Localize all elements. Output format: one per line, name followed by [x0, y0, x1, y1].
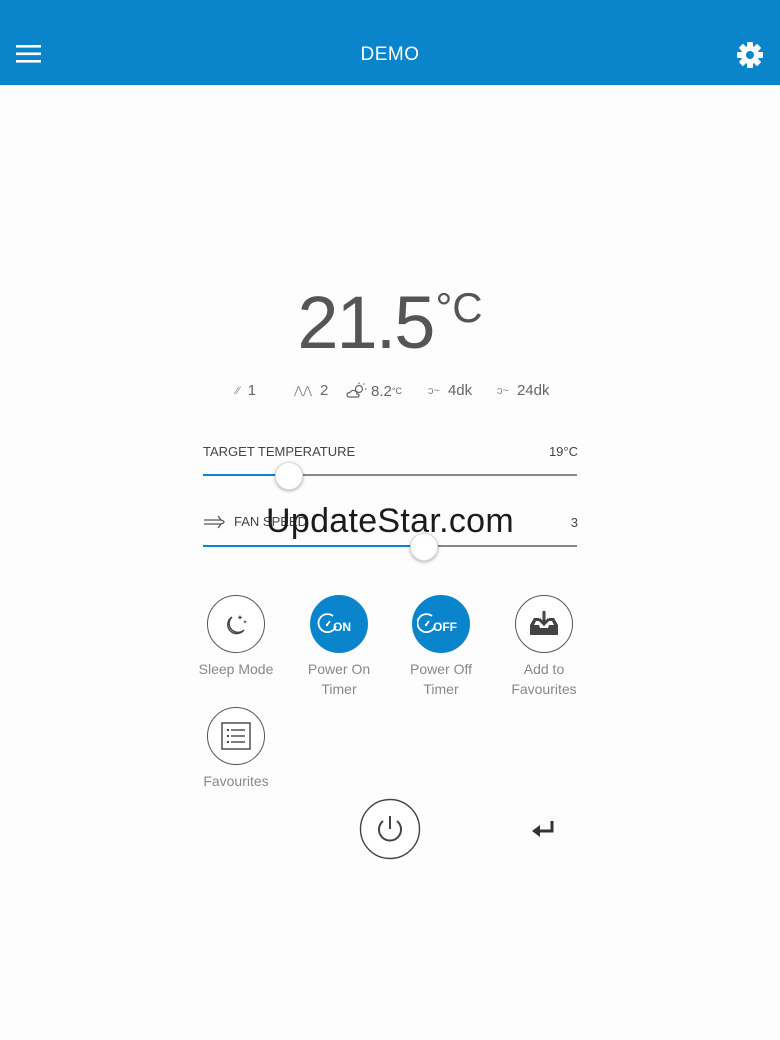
power-button[interactable]	[359, 798, 421, 860]
sleep-mode-button[interactable]: Sleep Mode	[176, 595, 296, 679]
favourites-label: Favourites	[203, 773, 269, 789]
timer-wave-icon: ↄ~	[497, 384, 509, 397]
settings-button[interactable]	[732, 37, 768, 73]
outdoor-temperature-value: 8.2	[371, 382, 392, 400]
fan-speed-label: FAN SPEED	[203, 514, 307, 529]
add-to-favourites-button[interactable]: Add to Favourites	[484, 595, 604, 699]
louver-icon: ⋀⋀	[294, 385, 313, 397]
timer-info-1: ↄ~ 4dk	[428, 382, 472, 399]
timer-wave-icon: ↄ~	[428, 384, 440, 397]
partly-cloudy-icon	[346, 382, 367, 398]
power-on-timer-circle: ON	[310, 595, 368, 653]
info-item-2-value: 2	[320, 382, 329, 399]
moon-stars-icon	[227, 615, 247, 635]
fan-speed-slider[interactable]	[203, 545, 577, 547]
power-off-timer-circle: OFF	[412, 595, 470, 653]
watermark: UpdateStar.com	[266, 502, 514, 540]
info-item-1: ⁄⁄ 1	[236, 382, 256, 399]
timer-info-1-value: 4dk	[447, 382, 473, 399]
favourites-circle	[207, 707, 265, 765]
power-off-timer-button[interactable]: OFF Power Off Timer	[381, 595, 501, 699]
return-arrow-icon	[532, 821, 554, 837]
timer-off-icon: OFF	[417, 613, 457, 634]
swing-icon: ⁄⁄	[236, 384, 240, 397]
timer-on-icon: ON	[317, 613, 351, 634]
fan-arrow-icon	[204, 515, 225, 528]
outdoor-temperature: 8.2 °C	[346, 382, 402, 400]
info-item-2: ⋀⋀ 2	[294, 382, 328, 399]
current-temperature: 21.5°C	[0, 280, 780, 365]
target-temperature-slider[interactable]	[203, 474, 577, 476]
favourites-button[interactable]: Favourites	[176, 707, 296, 791]
power-off-badge: OFF	[433, 620, 457, 634]
fan-speed-label-text: FAN SPEED	[234, 514, 307, 529]
target-temperature-value: 19°C	[548, 444, 578, 459]
add-to-favourites-label: Add to Favourites	[511, 661, 577, 697]
fan-speed-thumb[interactable]	[410, 533, 438, 561]
add-to-favourites-circle	[515, 595, 573, 653]
list-icon	[221, 722, 251, 750]
current-temperature-value: 21.5	[297, 281, 435, 364]
info-item-1-value: 1	[247, 382, 257, 399]
fan-speed-value: 3	[570, 515, 578, 530]
current-temperature-unit: °C	[435, 284, 483, 331]
power-icon	[359, 798, 421, 860]
page-title: DEMO	[360, 44, 420, 65]
return-button[interactable]	[526, 816, 560, 842]
sleep-mode-circle	[207, 595, 265, 653]
app-bar: DEMO	[0, 0, 780, 85]
sleep-mode-label: Sleep Mode	[198, 661, 274, 677]
timer-info-2: ↄ~ 24dk	[497, 382, 549, 399]
outdoor-temperature-unit: °C	[391, 386, 402, 396]
download-tray-icon	[530, 611, 558, 635]
fan-speed-fill	[203, 545, 424, 547]
gear-icon	[737, 42, 763, 68]
target-temperature-label: TARGET TEMPERATURE	[203, 444, 356, 459]
status-info-row: ⁄⁄ 1 ⋀⋀ 2 8.2 °C ↄ~ 4dk ↄ~ 24dk	[0, 382, 780, 404]
power-on-badge: ON	[333, 620, 351, 634]
timer-info-2-value: 24dk	[516, 382, 550, 399]
power-off-timer-label: Power Off Timer	[410, 661, 472, 697]
target-temperature-thumb[interactable]	[275, 462, 303, 490]
